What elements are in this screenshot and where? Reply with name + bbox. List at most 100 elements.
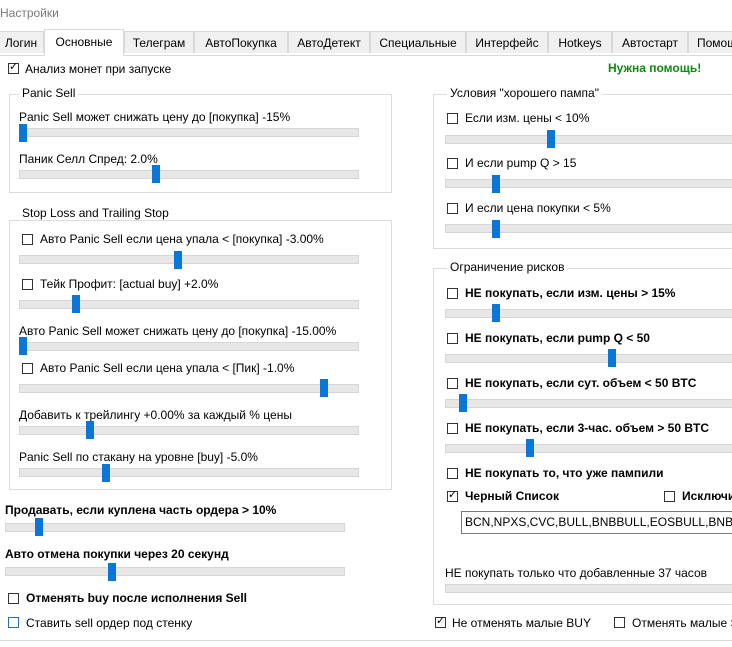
no-cancel-small-checkbox[interactable]: ✓ [435, 615, 446, 628]
auto-limit-slider-thumb[interactable] [19, 337, 27, 355]
peak-slider-thumb[interactable] [320, 379, 328, 397]
tab-autodetect[interactable]: АвтоДетект [288, 31, 370, 53]
recent-slider-track[interactable] [445, 584, 732, 593]
peak-checkbox[interactable] [22, 363, 33, 374]
trailing-label: Добавить к трейлингу +0.00% за каждый % … [19, 408, 292, 422]
exclude-label: Исключи [682, 489, 732, 503]
check-icon: ✓ [436, 615, 446, 627]
pump-q-label: И если pump Q > 15 [465, 156, 577, 170]
sell-partial-label: Продавать, если куплена часть ордера > 1… [5, 503, 277, 517]
check-icon: ✓ [9, 61, 19, 73]
price-change-slider-track[interactable] [445, 135, 732, 144]
take-profit-slider-track[interactable] [19, 300, 359, 309]
no-buy-price-checkbox[interactable] [447, 288, 458, 299]
panic-spread-slider-thumb[interactable] [152, 165, 160, 183]
panic-limit-slider-track[interactable] [19, 128, 359, 137]
no-buy-price-slider-track[interactable] [445, 309, 732, 318]
orderbook-slider-track[interactable] [19, 468, 359, 477]
no-buy-day-vol-slider-track[interactable] [445, 399, 732, 408]
pump-q-slider-track[interactable] [445, 179, 732, 188]
panic-limit-label: Panic Sell может снижать цену до [покупк… [19, 110, 291, 124]
auto-cancel-label: Авто отмена покупки через 20 секунд [5, 547, 229, 561]
no-buy-price-slider-thumb[interactable] [492, 304, 500, 322]
recent-label: НЕ покупать только что добавленные 37 ча… [445, 566, 707, 580]
peak-slider-track[interactable] [19, 384, 359, 393]
window-title: Настройки [0, 6, 59, 20]
wall-checkbox[interactable] [8, 617, 19, 628]
take-profit-checkbox[interactable] [22, 279, 33, 290]
no-buy-day-vol-label: НЕ покупать, если сут. объем < 50 BTC [465, 376, 697, 390]
pump-q-slider-thumb[interactable] [492, 175, 500, 193]
exclude-checkbox[interactable] [664, 491, 675, 502]
peak-label: Авто Panic Sell если цена упала < [Пик] … [40, 361, 295, 375]
sell-partial-slider-track[interactable] [5, 523, 345, 532]
analyze-label: Анализ монет при запуске [25, 62, 172, 76]
sell-partial-slider-thumb[interactable] [35, 518, 43, 536]
price-change-checkbox[interactable] [447, 113, 458, 124]
price-change-slider-thumb[interactable] [547, 130, 555, 148]
auto-panic-slider-track[interactable] [19, 255, 359, 264]
bottom-divider [0, 640, 732, 641]
trailing-slider-thumb[interactable] [86, 421, 94, 439]
panic-spread-slider-track[interactable] [19, 170, 359, 179]
blacklist-label: Черный Список [465, 489, 559, 503]
trailing-slider-track[interactable] [19, 426, 359, 435]
orderbook-label: Panic Sell по стакану на уровне [buy] -5… [19, 450, 258, 464]
analyze-checkbox[interactable]: ✓ [8, 61, 19, 74]
no-buy-3h-vol-checkbox[interactable] [447, 423, 458, 434]
take-profit-label: Тейк Профит: [actual buy] +2.0% [40, 277, 219, 291]
buy-price-label: И если цена покупки < 5% [465, 201, 611, 215]
auto-cancel-slider-thumb[interactable] [108, 563, 116, 581]
cancel-small-checkbox[interactable] [614, 617, 625, 628]
wall-label: Ставить sell ордер под стенку [26, 616, 193, 630]
no-buy-pump-slider-track[interactable] [445, 354, 732, 363]
no-buy-3h-vol-label: НЕ покупать, если 3-час. объем > 50 BTC [465, 421, 710, 435]
tab-autobuy[interactable]: АвтоПокупка [194, 31, 288, 53]
check-icon: ✓ [448, 489, 458, 501]
no-buy-pump-checkbox[interactable] [447, 333, 458, 344]
risk-title: Ограничение рисков [447, 260, 568, 274]
no-pumped-label: НЕ покупать то, что уже пампили [465, 466, 664, 480]
orderbook-slider-thumb[interactable] [102, 464, 110, 482]
tab-hotkeys[interactable]: Hotkeys [548, 31, 612, 53]
auto-panic-label: Авто Panic Sell если цена упала < [покуп… [40, 232, 324, 246]
cancel-buy-label: Отменять buy после исполнения Sell [26, 591, 248, 605]
tab-telegram[interactable]: Телеграм [124, 31, 194, 53]
good-pump-title: Условия "хорошего пампа" [447, 86, 602, 100]
auto-panic-checkbox[interactable] [22, 234, 33, 245]
panic-limit-slider-thumb[interactable] [19, 124, 27, 142]
no-pumped-checkbox[interactable] [447, 468, 458, 479]
tab-special[interactable]: Специальные [370, 31, 466, 53]
blacklist-input[interactable]: BCN,NPXS,CVC,BULL,BNBBULL,EOSBULL,BNBBEA… [461, 511, 732, 534]
buy-price-checkbox[interactable] [447, 203, 458, 214]
title-bar: Настройки [0, 0, 732, 27]
auto-limit-slider-track[interactable] [19, 342, 359, 351]
risk-group [433, 268, 732, 605]
no-buy-3h-vol-slider-track[interactable] [445, 444, 732, 453]
panic-sell-title: Panic Sell [19, 86, 79, 100]
tab-help[interactable]: Помощь [688, 31, 732, 53]
pump-q-checkbox[interactable] [447, 158, 458, 169]
cancel-buy-checkbox[interactable] [8, 593, 19, 604]
tab-strip: Логин Основные Телеграм АвтоПокупка Авто… [0, 29, 732, 56]
auto-limit-label: Авто Panic Sell может снижать цену до [п… [19, 324, 337, 338]
buy-price-slider-track[interactable] [445, 224, 732, 233]
no-buy-day-vol-slider-thumb[interactable] [459, 394, 467, 412]
stop-loss-title: Stop Loss and Trailing Stop [19, 206, 172, 220]
blacklist-checkbox[interactable]: ✓ [447, 489, 458, 502]
tab-autostart[interactable]: Автостарт [612, 31, 688, 53]
auto-cancel-slider-track[interactable] [5, 567, 345, 576]
price-change-label: Если изм. цены < 10% [465, 111, 590, 125]
cancel-small-label: Отменять малые S [632, 616, 732, 630]
no-buy-pump-slider-thumb[interactable] [608, 349, 616, 367]
no-buy-day-vol-checkbox[interactable] [447, 378, 458, 389]
take-profit-slider-thumb[interactable] [72, 295, 80, 313]
auto-panic-slider-thumb[interactable] [174, 251, 182, 269]
tab-main[interactable]: Основные [44, 29, 124, 56]
tab-login[interactable]: Логин [0, 31, 44, 53]
buy-price-slider-thumb[interactable] [492, 220, 500, 238]
no-buy-3h-vol-slider-thumb[interactable] [526, 439, 534, 457]
panic-spread-label: Паник Селл Спред: 2.0% [19, 152, 158, 166]
help-link[interactable]: Нужна помощь! [608, 61, 701, 75]
tab-interface[interactable]: Интерфейс [466, 31, 548, 53]
